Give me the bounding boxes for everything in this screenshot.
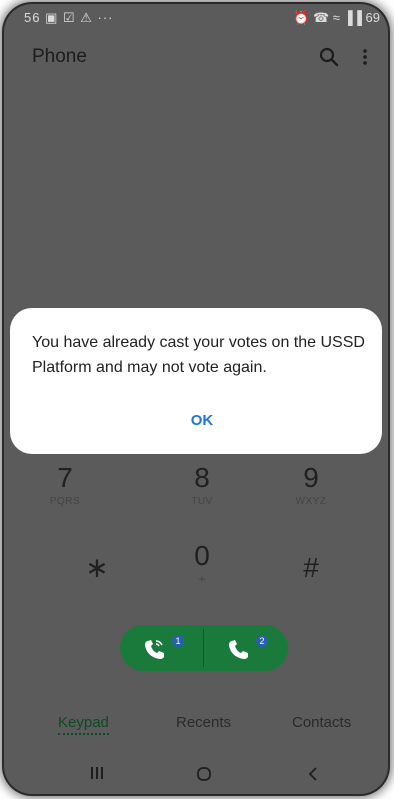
more-options-icon[interactable] xyxy=(360,46,370,68)
sim1-badge: 1 xyxy=(172,635,184,647)
sim2-badge: 2 xyxy=(256,635,268,647)
system-nav-bar xyxy=(4,756,388,794)
key-9[interactable]: 9 WXYZ xyxy=(266,462,356,507)
key-8[interactable]: 8 TUV xyxy=(157,462,247,507)
search-icon[interactable] xyxy=(318,46,340,68)
key-letters: WXYZ xyxy=(295,496,327,507)
key-0[interactable]: 0 + xyxy=(157,540,247,586)
app-title: Phone xyxy=(32,46,87,67)
call-sim1-button[interactable]: 1 xyxy=(120,625,204,671)
key-digit: 7 xyxy=(57,462,73,493)
phone-screen: 56 ▣ ☑ ⚠ ··· ⏰ ☎ ≈ ▐▐ 69 Phone 7 PQRS 8 … xyxy=(4,4,388,794)
tab-contacts[interactable]: Contacts xyxy=(292,714,351,731)
dialog-message: You have already cast your votes on the … xyxy=(32,334,365,376)
key-digit: ∗ xyxy=(85,552,109,583)
app-bar: Phone xyxy=(4,38,388,78)
phone-icon xyxy=(229,640,248,659)
back-icon[interactable] xyxy=(308,766,318,787)
call-sim2-button[interactable]: 2 xyxy=(204,625,288,671)
alert-dialog: You have already cast your votes on the … xyxy=(10,308,382,454)
key-7[interactable]: 7 PQRS xyxy=(20,462,110,507)
key-hash[interactable]: # xyxy=(266,552,356,584)
key-digit: # xyxy=(303,552,319,583)
home-icon[interactable] xyxy=(196,766,212,787)
key-letters: PQRS xyxy=(49,496,81,507)
key-digit: 8 xyxy=(194,462,210,493)
key-star[interactable]: ∗ xyxy=(52,552,142,584)
key-digit: 0 xyxy=(194,540,210,571)
bottom-tabs: Keypad Recents Contacts xyxy=(4,710,388,746)
status-bar: 56 ▣ ☑ ⚠ ··· ⏰ ☎ ≈ ▐▐ 69 xyxy=(4,4,388,30)
status-right-icons: ⏰ ☎ ≈ ▐▐ 69 xyxy=(293,10,380,25)
tab-keypad[interactable]: Keypad xyxy=(58,714,109,735)
recent-apps-icon[interactable] xyxy=(90,766,104,785)
call-bar: 1 2 xyxy=(120,625,288,671)
tab-recents[interactable]: Recents xyxy=(176,714,231,731)
ok-button[interactable]: OK xyxy=(176,412,228,436)
status-left-icons: 56 ▣ ☑ ⚠ ··· xyxy=(24,10,114,25)
key-plus: + xyxy=(198,572,206,586)
key-digit: 9 xyxy=(303,462,319,493)
key-letters: TUV xyxy=(191,496,213,507)
phone-wifi-icon xyxy=(145,640,164,659)
